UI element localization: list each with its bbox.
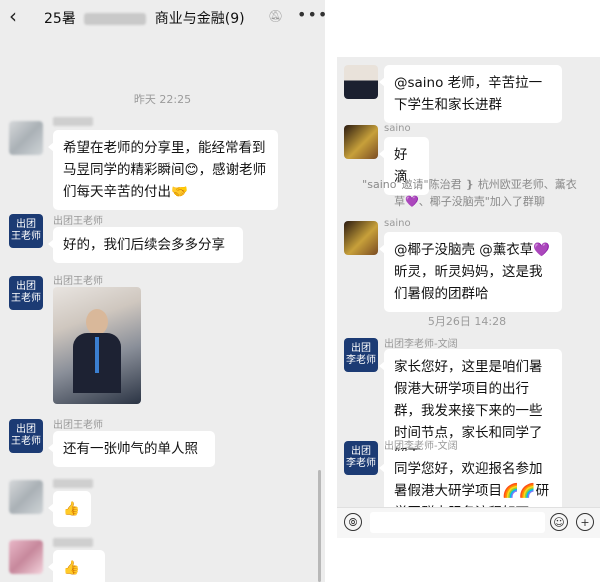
sender-name: saino xyxy=(384,218,411,229)
right-chat-panel: @saino 老师，辛苦拉一下学生和家长进群 saino 好滴 "saino"邀… xyxy=(337,57,600,538)
voice-icon[interactable]: ⦾ xyxy=(344,513,362,531)
image-message[interactable] xyxy=(53,287,141,404)
message-bubble[interactable]: 👍 xyxy=(48,491,91,527)
system-message: "saino"邀请"陈治君 ❵︎ 杭州欧亚老师、薰衣 草💜、椰子没脑壳"加入了群… xyxy=(357,176,582,210)
avatar[interactable]: 出团 王老师 xyxy=(9,214,43,248)
avatar-text: 李老师 xyxy=(346,458,376,469)
timestamp: 5月26日 14:28 xyxy=(427,315,507,328)
sender-name: 出团王老师 xyxy=(53,276,103,287)
input-bar: ⦾ ☺ + xyxy=(337,507,600,538)
chat-title: 25暑 商业与金融(9) xyxy=(44,8,245,28)
scrollbar[interactable] xyxy=(318,470,321,582)
avatar-text: 王老师 xyxy=(11,231,41,242)
avatar[interactable]: 出团 王老师 xyxy=(9,276,43,310)
message-bubble[interactable]: 还有一张帅气的单人照 xyxy=(48,431,215,467)
plus-icon[interactable]: + xyxy=(576,513,594,531)
redacted-sender xyxy=(53,538,93,547)
system-text: 草💜、椰子没脑壳"加入了群聊 xyxy=(394,195,545,208)
message-bubble[interactable]: 好的，我们后续会多多分享 xyxy=(48,227,243,263)
left-chat-panel: ‹ 25暑 商业与金融(9) 🔕︎ ••• 昨天 22:25 希望在老师的分享里… xyxy=(0,0,325,582)
sender-name: 出团李老师-文阔 xyxy=(384,441,458,452)
avatar[interactable] xyxy=(9,540,43,574)
photo-content xyxy=(86,309,108,335)
redacted-name xyxy=(84,13,147,25)
timestamp: 昨天 22:25 xyxy=(133,93,192,106)
avatar-text: 出团 xyxy=(16,281,36,292)
arrow-icon: ❵︎ xyxy=(465,178,475,191)
system-text: 杭州欧亚老师、薰衣 xyxy=(477,178,577,191)
sender-name: 出团王老师 xyxy=(53,216,103,227)
sender-name: 出团李老师-文阔 xyxy=(384,339,458,350)
title-suffix: 商业与金融(9) xyxy=(154,11,245,27)
chevron-left-icon[interactable]: ‹ xyxy=(9,4,17,28)
sender-name: 出团王老师 xyxy=(53,420,103,431)
avatar-text: 王老师 xyxy=(11,436,41,447)
avatar-text: 出团 xyxy=(351,446,371,457)
more-icon[interactable]: ••• xyxy=(297,5,325,24)
message-bubble[interactable]: 👍👍 xyxy=(48,550,105,582)
redacted-sender xyxy=(53,117,93,126)
avatar[interactable] xyxy=(9,480,43,514)
emoji-icon[interactable]: ☺ xyxy=(550,513,568,531)
bell-muted-icon: 🔕︎ xyxy=(268,9,284,23)
avatar[interactable] xyxy=(9,121,43,155)
message-input[interactable] xyxy=(370,512,545,533)
avatar-text: 出团 xyxy=(16,219,36,230)
system-text: "saino"邀请"陈治君 xyxy=(362,178,462,191)
photo-content xyxy=(95,337,99,373)
avatar[interactable] xyxy=(344,125,378,159)
avatar[interactable] xyxy=(344,65,378,99)
avatar[interactable]: 出团 李老师 xyxy=(344,338,378,372)
message-bubble[interactable]: @椰子没脑壳 @薰衣草💜 昕灵，昕灵妈妈，这是我们暑假的团群哈 xyxy=(379,232,562,312)
sender-name: saino xyxy=(384,123,411,134)
avatar[interactable]: 出团 李老师 xyxy=(344,441,378,475)
avatar-text: 出团 xyxy=(351,343,371,354)
title-prefix: 25暑 xyxy=(44,11,76,27)
avatar[interactable] xyxy=(344,221,378,255)
redacted-sender xyxy=(53,479,93,488)
message-bubble[interactable]: @saino 老师，辛苦拉一下学生和家长进群 xyxy=(379,65,562,123)
avatar-text: 王老师 xyxy=(11,293,41,304)
avatar[interactable]: 出团 王老师 xyxy=(9,419,43,453)
avatar-text: 李老师 xyxy=(346,355,376,366)
chat-header: ‹ 25暑 商业与金融(9) 🔕︎ ••• xyxy=(0,0,325,34)
message-bubble[interactable]: 希望在老师的分享里，能经常看到马昱同学的精彩瞬间😊，感谢老师们每天辛苦的付出🤝 xyxy=(48,130,278,210)
avatar-text: 出团 xyxy=(16,424,36,435)
